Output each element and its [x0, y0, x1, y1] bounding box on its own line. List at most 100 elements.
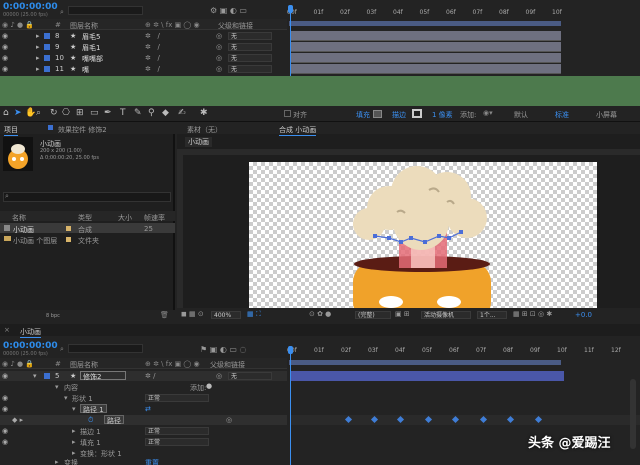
clone-stamp-tool-icon[interactable]: ⚲: [148, 108, 155, 118]
project-item-folder[interactable]: 小动画 个图层 文件夹: [0, 234, 175, 245]
eye-icon[interactable]: ◉: [2, 32, 8, 40]
fill-mode-dropdown[interactable]: 正常: [145, 438, 209, 446]
view-options-icons[interactable]: ▦ ⊞ ⊡ ◎ ✱: [513, 310, 552, 318]
snapshot-icon[interactable]: ⊙ ✿ ●: [309, 310, 331, 318]
layer-name[interactable]: 眉毛5: [82, 32, 100, 42]
parent-pickwhip-icon[interactable]: ◎: [216, 32, 222, 40]
parent-dropdown[interactable]: 无: [228, 43, 272, 51]
parent-dropdown[interactable]: 无: [228, 372, 272, 380]
camera-tool-icon[interactable]: ⎔: [62, 108, 70, 118]
parent-pickwhip-icon[interactable]: ◎: [216, 43, 222, 51]
stroke1-row[interactable]: ◉ ▸ 描边 1 正常: [0, 426, 287, 436]
parent-dropdown[interactable]: 无: [228, 65, 272, 73]
eye-icon[interactable]: ◉: [2, 394, 8, 402]
add-label[interactable]: 添加:: [190, 383, 206, 393]
comp-canvas[interactable]: [249, 162, 597, 308]
selection-tool-icon[interactable]: ➤: [14, 108, 22, 118]
workspace-standard[interactable]: 标准: [555, 110, 569, 120]
roto-brush-tool-icon[interactable]: ✍: [178, 108, 186, 118]
eye-icon[interactable]: ◉: [2, 427, 8, 435]
top-layer-bar[interactable]: [291, 64, 561, 74]
label-swatch[interactable]: [44, 44, 50, 50]
parent-pickwhip-icon[interactable]: ◎: [216, 65, 222, 73]
label-swatch[interactable]: [44, 373, 50, 379]
top-timecode[interactable]: 0:00:00:00: [3, 2, 58, 12]
stroke-swatch[interactable]: [412, 109, 422, 118]
expand-arrow-icon[interactable]: ▸: [36, 32, 40, 40]
expand-arrow-icon[interactable]: ▾: [72, 405, 76, 413]
bottom-toggle-icons[interactable]: ⚑ ▣ ◐ ▭ ◌: [200, 345, 246, 354]
camera-dropdown[interactable]: 活动摄像机: [421, 311, 471, 319]
shape1-row[interactable]: ◉ ▾ 形状 1 正常: [0, 393, 287, 403]
layer-switches[interactable]: ✲ /: [145, 372, 155, 380]
home-icon[interactable]: ⌂: [3, 108, 9, 118]
parent-dropdown[interactable]: 无: [228, 32, 272, 40]
zoom-dropdown[interactable]: 400%: [211, 311, 241, 319]
stroke-mode-dropdown[interactable]: 正常: [145, 427, 209, 435]
brush-tool-icon[interactable]: ✎: [134, 108, 142, 118]
top-layer-row[interactable]: ◉ ▸ 8 ★ 眉毛5 ✲ / ◎ 无: [0, 31, 287, 41]
top-toggle-icons[interactable]: ⚙ ▣ ◐ ▭: [210, 6, 247, 15]
top-layer-row[interactable]: ◉ ▸ 10 ★ 嘴嘴部 ✲ / ◎ 无: [0, 53, 287, 63]
path-prop-row[interactable]: ◆ ▸ ⏱ 路径 ◎: [0, 415, 287, 425]
col-name[interactable]: 名称: [12, 213, 26, 223]
workspace-small[interactable]: 小屏幕: [596, 110, 617, 120]
layer-name-field[interactable]: 修饰2: [80, 371, 126, 381]
top-layer-row[interactable]: ◉ ▸ 11 ★ 嘴 ✲ / ◎ 无: [0, 64, 287, 74]
hand-tool-icon[interactable]: ✋: [25, 108, 36, 118]
top-layer-bar[interactable]: [291, 42, 561, 52]
top-layer-row[interactable]: ◉ ▸ 9 ★ 眉毛1 ✲ / ◎ 无: [0, 42, 287, 52]
eye-icon[interactable]: ◉: [2, 54, 8, 62]
eye-icon[interactable]: ◉: [2, 405, 8, 413]
stopwatch-icon[interactable]: ⏱: [88, 416, 93, 425]
eraser-tool-icon[interactable]: ◆: [162, 108, 169, 118]
col-type[interactable]: 类型: [78, 213, 92, 223]
pickwhip-icon[interactable]: ◎: [226, 416, 232, 424]
workspace-default[interactable]: 默认: [514, 110, 528, 120]
expand-arrow-icon[interactable]: ▸: [36, 65, 40, 73]
expand-arrow-icon[interactable]: ▾: [55, 383, 59, 391]
expand-arrow-icon[interactable]: ▸: [72, 438, 76, 446]
trash-icon[interactable]: 🗑: [160, 311, 169, 319]
layer-name[interactable]: 嘴嘴部: [82, 54, 103, 64]
parent-dropdown[interactable]: 无: [228, 54, 272, 62]
layer-5-bar[interactable]: [291, 371, 564, 381]
effects-controls-tab[interactable]: 效果控件 修饰2: [58, 125, 107, 135]
add-arrow-icon[interactable]: ◉▾: [483, 109, 493, 117]
project-tab[interactable]: 项目: [4, 125, 18, 136]
expand-arrow-icon[interactable]: ▾: [64, 394, 68, 402]
layer-switches[interactable]: ✲ /: [145, 65, 160, 73]
bottom-timecode[interactable]: 0:00:00:00: [3, 341, 58, 351]
eye-icon[interactable]: ◉: [2, 43, 8, 51]
project-item-comp[interactable]: 小动画 合成 25: [0, 223, 175, 234]
bpc-label[interactable]: 8 bpc: [46, 313, 60, 319]
close-icon[interactable]: ×: [4, 326, 10, 334]
top-search-input[interactable]: [68, 6, 143, 15]
zoom-tool-icon[interactable]: ⌕: [36, 108, 41, 118]
view-layout-dropdown[interactable]: 1个...: [477, 311, 507, 319]
top-work-area-bar[interactable]: [289, 21, 561, 26]
contents-row[interactable]: ▾ 内容 添加: ●: [0, 382, 287, 392]
path1-row[interactable]: ◉ ▾ 路径 1 ⇄: [0, 404, 287, 414]
puppet-tool-icon[interactable]: ✱: [200, 108, 208, 118]
expand-arrow-icon[interactable]: ▸: [72, 427, 76, 435]
timeline-tab[interactable]: 小动画: [20, 327, 41, 338]
stroke-width-value[interactable]: 1 像素: [432, 110, 453, 120]
bottom-scrollbar[interactable]: [630, 379, 636, 449]
eye-icon[interactable]: ◉: [2, 65, 8, 73]
layer-row-5[interactable]: ◉ ▾ 5 ★ 修饰2 ✲ / ◎ 无: [0, 371, 287, 381]
expand-arrow-icon[interactable]: ▸: [55, 458, 59, 465]
footage-tab[interactable]: 素材（无）: [187, 125, 222, 135]
expand-arrow-icon[interactable]: ▾: [33, 372, 37, 380]
expand-arrow-icon[interactable]: ▸: [72, 449, 76, 457]
bottom-work-area-bar[interactable]: [289, 360, 561, 365]
stroke-label[interactable]: 描边: [392, 110, 406, 120]
pen-tool-icon[interactable]: ✒: [104, 108, 112, 118]
roi-icons[interactable]: ▣ ⊞: [395, 310, 410, 318]
rotate-tool-icon[interactable]: ↻: [50, 108, 58, 118]
reset-link[interactable]: 重置: [145, 458, 159, 465]
layer-switches[interactable]: ✲ /: [145, 32, 160, 40]
top-layer-bar[interactable]: [291, 31, 561, 41]
layer-switches[interactable]: ✲ /: [145, 54, 160, 62]
expand-arrow-icon[interactable]: ▸: [36, 54, 40, 62]
